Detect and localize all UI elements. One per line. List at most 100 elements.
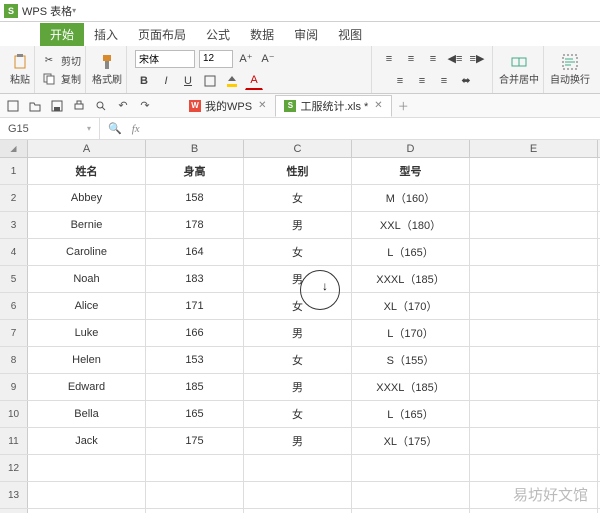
cell[interactable] <box>470 509 598 513</box>
cell[interactable] <box>470 212 598 238</box>
cell[interactable]: 女 <box>244 185 352 211</box>
cell[interactable]: 男 <box>244 320 352 346</box>
row-header[interactable]: 11 <box>0 428 28 454</box>
add-tab-button[interactable]: ＋ <box>392 98 415 114</box>
merge-split-button[interactable]: ⬌ <box>457 72 475 90</box>
cell[interactable]: Bernie <box>28 212 146 238</box>
cell[interactable]: 男 <box>244 428 352 454</box>
cell[interactable] <box>352 455 470 481</box>
indent-inc-button[interactable]: ≡▶ <box>468 50 486 68</box>
align-bot-button[interactable]: ≡ <box>424 50 442 68</box>
paste-button[interactable]: 粘贴 <box>10 54 30 86</box>
close-icon[interactable]: ✕ <box>258 100 266 111</box>
cell[interactable]: 性别 <box>244 158 352 184</box>
align-center-button[interactable]: ≡ <box>413 72 431 90</box>
format-painter-button[interactable]: 格式刷 <box>92 54 122 86</box>
menu-start[interactable]: 开始 <box>40 23 84 46</box>
col-header-b[interactable]: B <box>146 140 244 157</box>
cell[interactable]: 男 <box>244 212 352 238</box>
cell[interactable] <box>28 509 146 513</box>
tab-mywps[interactable]: W 我的WPS ✕ <box>180 95 275 117</box>
cell[interactable] <box>470 374 598 400</box>
underline-button[interactable]: U <box>179 72 197 90</box>
cell[interactable]: 型号 <box>352 158 470 184</box>
save-icon[interactable] <box>50 99 64 113</box>
font-size-select[interactable] <box>199 50 233 68</box>
cell[interactable] <box>470 239 598 265</box>
menu-layout[interactable]: 页面布局 <box>128 23 196 46</box>
print-icon[interactable] <box>72 99 86 113</box>
cell[interactable]: L（165） <box>352 239 470 265</box>
preview-icon[interactable] <box>94 99 108 113</box>
fill-color-button[interactable] <box>223 72 241 90</box>
increase-font-button[interactable]: A⁺ <box>237 50 255 68</box>
open-icon[interactable] <box>28 99 42 113</box>
col-header-e[interactable]: E <box>470 140 598 157</box>
select-all-corner[interactable]: ◢ <box>0 140 28 157</box>
font-color-button[interactable]: A <box>245 72 263 90</box>
indent-dec-button[interactable]: ◀≡ <box>446 50 464 68</box>
undo-icon[interactable]: ↶ <box>116 99 130 113</box>
cell[interactable]: Luke <box>28 320 146 346</box>
cell[interactable]: 166 <box>146 320 244 346</box>
row-header[interactable]: 4 <box>0 239 28 265</box>
cell[interactable]: L（170） <box>352 320 470 346</box>
col-header-d[interactable]: D <box>352 140 470 157</box>
row-header[interactable]: 8 <box>0 347 28 373</box>
cell[interactable] <box>352 482 470 508</box>
cell[interactable]: XXXL（185） <box>352 266 470 292</box>
cell[interactable]: 185 <box>146 374 244 400</box>
cell[interactable] <box>470 185 598 211</box>
row-header[interactable]: 9 <box>0 374 28 400</box>
row-header[interactable]: 3 <box>0 212 28 238</box>
align-right-button[interactable]: ≡ <box>435 72 453 90</box>
cell[interactable]: S（155） <box>352 347 470 373</box>
cell[interactable]: 女 <box>244 239 352 265</box>
bold-button[interactable]: B <box>135 72 153 90</box>
menu-data[interactable]: 数据 <box>240 23 284 46</box>
cell[interactable] <box>470 428 598 454</box>
name-box[interactable]: G15 ▾ <box>0 118 100 139</box>
cell[interactable]: 女 <box>244 401 352 427</box>
search-icon[interactable]: 🔍 <box>108 122 122 135</box>
italic-button[interactable]: I <box>157 72 175 90</box>
cell[interactable]: 165 <box>146 401 244 427</box>
cell[interactable]: 153 <box>146 347 244 373</box>
menu-formula[interactable]: 公式 <box>196 23 240 46</box>
align-mid-button[interactable]: ≡ <box>402 50 420 68</box>
row-header[interactable]: 2 <box>0 185 28 211</box>
redo-icon[interactable]: ↷ <box>138 99 152 113</box>
row-header[interactable]: 5 <box>0 266 28 292</box>
cell[interactable]: Jack <box>28 428 146 454</box>
fx-label[interactable]: fx <box>132 123 140 135</box>
cell[interactable]: XXXL（185） <box>352 374 470 400</box>
col-header-c[interactable]: C <box>244 140 352 157</box>
align-top-button[interactable]: ≡ <box>380 50 398 68</box>
cell[interactable]: XXL（180） <box>352 212 470 238</box>
cut-button[interactable]: ✂剪切 <box>41 53 81 69</box>
menu-review[interactable]: 审阅 <box>284 23 328 46</box>
menu-insert[interactable]: 插入 <box>84 23 128 46</box>
row-header[interactable]: 7 <box>0 320 28 346</box>
cell[interactable]: 女 <box>244 347 352 373</box>
cell[interactable] <box>470 293 598 319</box>
cell[interactable]: Edward <box>28 374 146 400</box>
cell[interactable]: XL（170） <box>352 293 470 319</box>
cell[interactable]: 女 <box>244 293 352 319</box>
spreadsheet-grid[interactable]: ↓ ◢ A B C D E 1 姓名 身高 性别 型号 2Abbey158女M（… <box>0 140 600 513</box>
cell[interactable] <box>28 482 146 508</box>
cell[interactable]: Abbey <box>28 185 146 211</box>
chevron-down-icon[interactable]: ▾ <box>72 6 76 15</box>
cell[interactable] <box>244 509 352 513</box>
border-button[interactable] <box>201 72 219 90</box>
decrease-font-button[interactable]: A⁻ <box>259 50 277 68</box>
cell[interactable]: 姓名 <box>28 158 146 184</box>
cell[interactable] <box>470 158 598 184</box>
tab-workbook[interactable]: S 工服统计.xls * ✕ <box>275 95 391 117</box>
cell[interactable]: 158 <box>146 185 244 211</box>
cell[interactable]: 171 <box>146 293 244 319</box>
cell[interactable] <box>470 347 598 373</box>
row-header[interactable]: 6 <box>0 293 28 319</box>
cell[interactable]: Alice <box>28 293 146 319</box>
cell[interactable] <box>146 482 244 508</box>
